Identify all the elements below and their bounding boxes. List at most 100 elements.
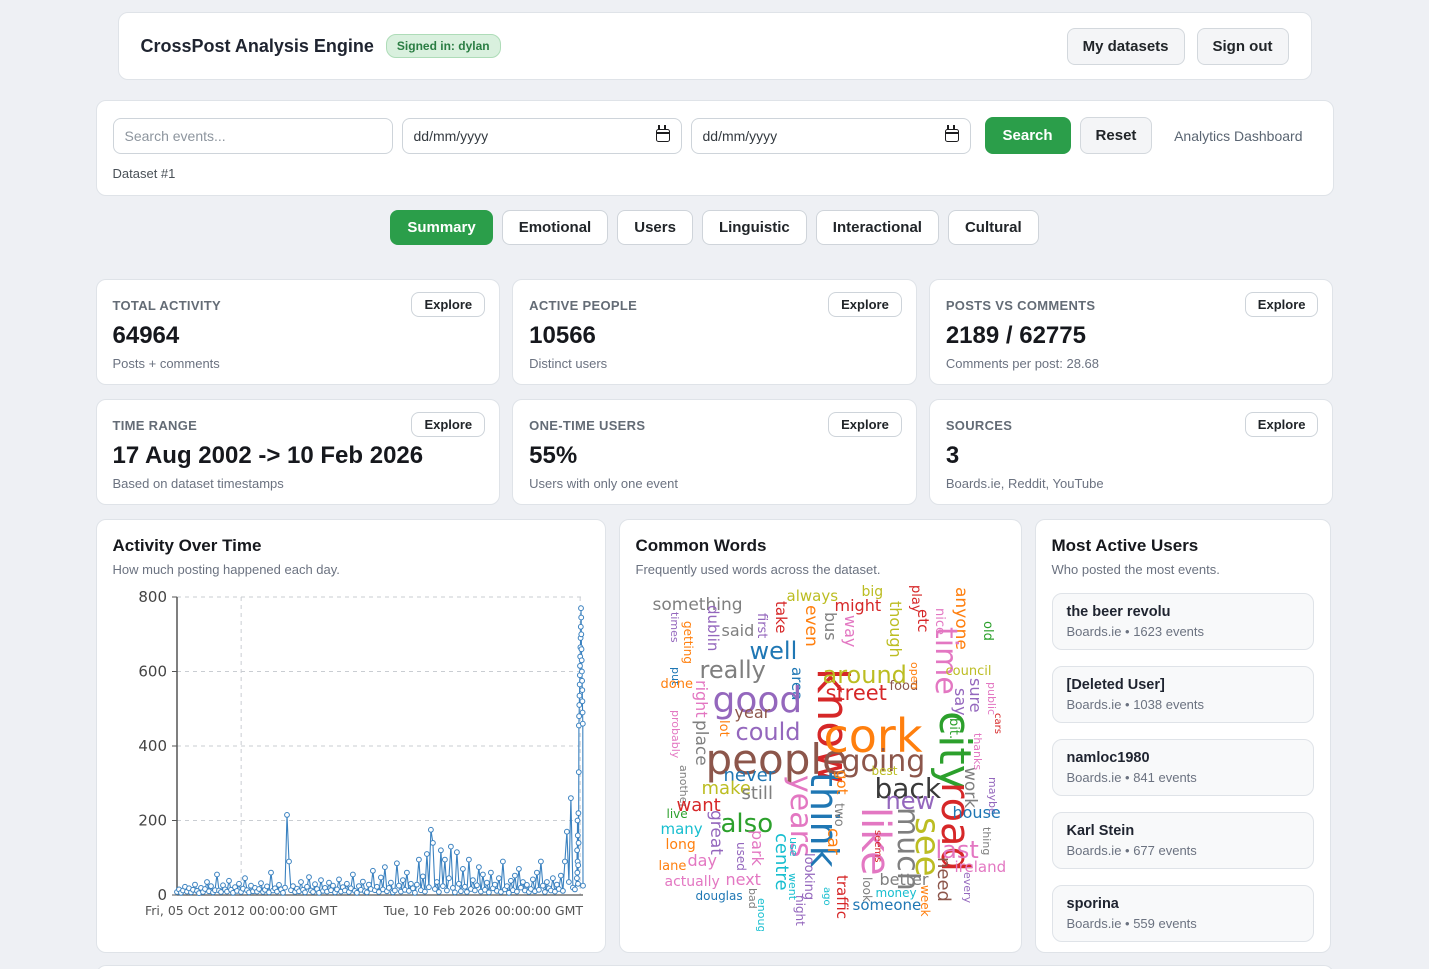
wordcloud-word: long <box>666 838 696 852</box>
wordcloud-title: Common Words <box>636 536 1005 556</box>
sign-out-button[interactable]: Sign out <box>1197 28 1289 65</box>
search-button[interactable]: Search <box>985 117 1071 154</box>
activity-chart-svg: 0200400600800Fri, 05 Oct 2012 00:00:00 G… <box>113 585 591 923</box>
stats-grid: TOTAL ACTIVITYExplore64964Posts + commen… <box>96 279 1334 505</box>
wordcloud-subtitle: Frequently used words across the dataset… <box>636 562 1005 577</box>
wordcloud-word: old <box>981 621 994 641</box>
app-title: CrossPost Analysis Engine <box>141 36 374 57</box>
user-name: [Deleted User] <box>1067 677 1299 693</box>
wordcloud-word: two <box>832 803 845 827</box>
user-list: the beer revolu Boards.ie • 1623 events [D… <box>1052 593 1314 953</box>
explore-button[interactable]: Explore <box>1245 412 1319 437</box>
active-users-panel: Most Active Users Who posted the most ev… <box>1035 519 1331 953</box>
wordcloud-word: looking <box>802 853 815 900</box>
wordcloud-word: bus <box>822 612 838 641</box>
explore-button[interactable]: Explore <box>828 292 902 317</box>
users-title: Most Active Users <box>1052 536 1314 556</box>
user-meta: Boards.ie • 1623 events <box>1067 624 1299 639</box>
wordcloud-word: car <box>824 828 841 855</box>
wordcloud-word: first <box>755 613 768 638</box>
date-to-input[interactable]: dd/mm/yyyy <box>691 118 971 154</box>
user-name: the beer revolu <box>1067 604 1299 620</box>
wordcloud-word: done <box>661 678 693 691</box>
wordcloud-word: right <box>693 680 709 718</box>
wordcloud-word: even <box>802 605 819 647</box>
wordcloud-word: times <box>669 612 680 643</box>
users-subtitle: Who posted the most events. <box>1052 562 1314 577</box>
user-list-item: namloc1980Boards.ie • 841 events <box>1052 739 1314 796</box>
svg-text:Tue, 10 Feb 2026 00:00:00 GMT: Tue, 10 Feb 2026 00:00:00 GMT <box>382 903 583 918</box>
reset-button[interactable]: Reset <box>1080 117 1153 154</box>
stat-caption: Users with only one event <box>529 476 900 491</box>
wordcloud-word: way <box>842 615 858 647</box>
chart-title: Activity Over Time <box>113 536 589 556</box>
stat-value: 17 Aug 2002 -> 10 Feb 2026 <box>113 442 484 470</box>
stat-card-active-people: ACTIVE PEOPLEExplore10566Distinct users <box>512 279 917 385</box>
search-input[interactable] <box>113 118 393 154</box>
wordcloud-word: time <box>930 627 960 695</box>
date-to-placeholder: dd/mm/yyyy <box>703 128 778 144</box>
date-from-placeholder: dd/mm/yyyy <box>414 128 489 144</box>
date-from-input[interactable]: dd/mm/yyyy <box>402 118 682 154</box>
tabs-row: Summary EmotionalUsers Linguistic Interacti… <box>0 210 1429 245</box>
partial-panel <box>96 965 1334 969</box>
user-list-item: [Deleted User] Boards.ie • 1038 events <box>1052 666 1314 723</box>
wordcloud-word: street <box>826 683 887 704</box>
wordcloud-word: seems <box>872 830 882 862</box>
explore-button[interactable]: Explore <box>1245 292 1319 317</box>
wordcloud-word: new <box>886 789 936 813</box>
user-meta: Boards.ie • 841 events <box>1067 770 1299 785</box>
explore-button[interactable]: Explore <box>411 292 485 317</box>
stat-value: 64964 <box>113 322 484 350</box>
wordcloud-word: dublin <box>705 605 720 651</box>
tab-users[interactable]: Users <box>617 210 693 245</box>
explore-button[interactable]: Explore <box>411 412 485 437</box>
user-meta: Boards.ie • 1038 events <box>1067 697 1299 712</box>
wordcloud-word: many <box>661 822 703 837</box>
user-meta: Boards.ie • 677 events <box>1067 843 1299 858</box>
stat-value: 2189 / 62775 <box>946 322 1317 350</box>
app-header: CrossPost Analysis Engine Signed in: dyl… <box>118 12 1312 80</box>
analytics-dashboard-label: Analytics Dashboard <box>1174 128 1302 144</box>
svg-text:Fri, 05 Oct 2012 00:00:00 GMT: Fri, 05 Oct 2012 00:00:00 GMT <box>144 903 337 918</box>
wordcloud-word: always <box>787 589 839 604</box>
user-name: sporina <box>1067 896 1299 912</box>
wordcloud-word: something <box>653 597 743 614</box>
wordcloud-word: ago <box>821 887 831 906</box>
wordcloud-word: really <box>700 658 766 682</box>
stat-caption: Based on dataset timestamps <box>113 476 484 491</box>
wordcloud-word: night <box>794 895 806 926</box>
calendar-icon[interactable] <box>945 129 959 142</box>
stat-value: 3 <box>946 442 1317 470</box>
tab-cultural[interactable]: Cultural <box>948 210 1039 245</box>
tab-linguistic[interactable]: Linguistic <box>702 210 807 245</box>
wordcloud-word: lane <box>659 860 687 873</box>
wordcloud-word: public <box>986 682 997 715</box>
svg-text:0: 0 <box>157 886 167 904</box>
explore-button[interactable]: Explore <box>828 412 902 437</box>
activity-chart-panel: Activity Over Time How much posting happ… <box>96 519 606 953</box>
tab-interactional[interactable]: Interactional <box>816 210 939 245</box>
chart-subtitle: How much posting happened each day. <box>113 562 589 577</box>
user-name: Karl Stein <box>1067 823 1299 839</box>
svg-text:600: 600 <box>138 663 167 681</box>
tab-summary[interactable]: Summary <box>390 210 492 245</box>
tab-emotional[interactable]: Emotional <box>502 210 609 245</box>
user-list-item: Karl Stein Boards.ie • 677 events <box>1052 812 1314 869</box>
wordcloud-word: bit. <box>947 718 960 739</box>
stat-caption: Distinct users <box>529 356 900 371</box>
wordcloud-panel: Common Words Frequently used words acros… <box>619 519 1022 953</box>
stat-card-posts-vs-comments: POSTS VS COMMENTSExplore2189 / 62775Comm… <box>929 279 1334 385</box>
svg-text:200: 200 <box>138 812 167 830</box>
dashboard-page: CrossPost Analysis Engine Signed in: dyl… <box>0 0 1429 969</box>
panels-grid: Activity Over Time How much posting happ… <box>96 519 1334 953</box>
user-list-item: sporinaBoards.ie • 559 events <box>1052 885 1314 942</box>
calendar-icon[interactable] <box>656 129 670 142</box>
wordcloud-word: take <box>773 601 788 633</box>
my-datasets-button[interactable]: My datasets <box>1067 28 1185 65</box>
wordcloud-word: cars <box>992 713 1002 734</box>
signed-in-badge: Signed in: dylan <box>386 34 501 58</box>
stat-card-total-activity: TOTAL ACTIVITYExplore64964Posts + commen… <box>96 279 501 385</box>
stat-caption: Posts + comments <box>113 356 484 371</box>
wordcloud-word: got <box>834 770 849 795</box>
